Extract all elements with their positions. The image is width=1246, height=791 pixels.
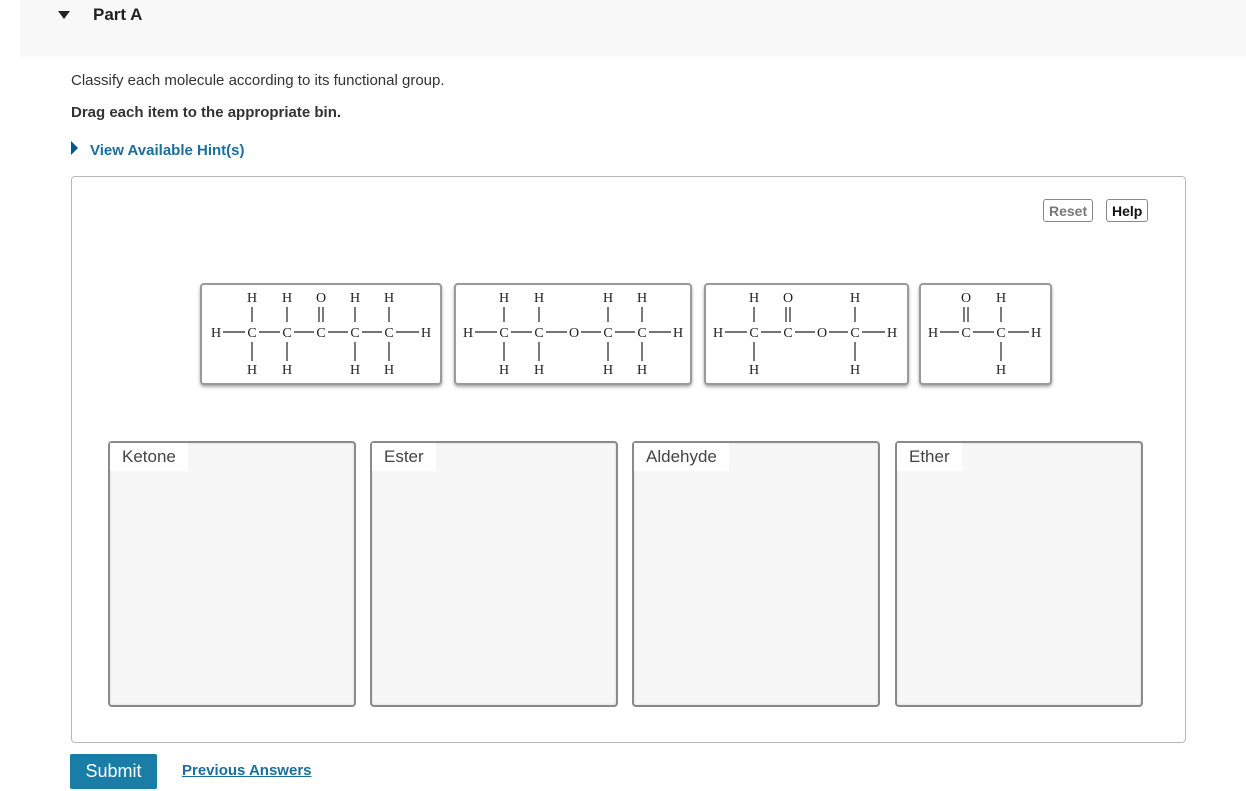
atom-c: C xyxy=(783,326,792,341)
atom-h: H xyxy=(1031,326,1041,341)
atom-h: H xyxy=(247,291,257,306)
atom-c: C xyxy=(749,326,758,341)
previous-answers-link[interactable]: Previous Answers xyxy=(182,762,312,779)
atom-o: O xyxy=(817,326,827,341)
atom-h: H xyxy=(350,363,360,378)
part-title: Part A xyxy=(93,5,143,24)
atom-h: H xyxy=(499,291,509,306)
atom-h: H xyxy=(887,326,897,341)
atom-h: H xyxy=(928,326,938,341)
atom-c: C xyxy=(350,326,359,341)
molecule-card-1[interactable]: H H O H H H C C C C C H H H H H xyxy=(200,283,442,385)
submit-button[interactable]: Submit xyxy=(70,754,157,789)
molecule-card-4[interactable]: O H H C C H H xyxy=(919,283,1052,385)
atom-h: H xyxy=(463,326,473,341)
molecule-structure-1: H H O H H H C C C C C H H H H H xyxy=(211,291,431,378)
atom-h: H xyxy=(384,291,394,306)
bin-ether[interactable]: Ether xyxy=(895,441,1143,707)
atom-c: C xyxy=(637,326,646,341)
atom-h: H xyxy=(384,363,394,378)
bin-ketone[interactable]: Ketone xyxy=(108,441,356,707)
atom-c: C xyxy=(996,326,1005,341)
atom-o: O xyxy=(783,291,793,306)
instruction-text: Classify each molecule according to its … xyxy=(71,72,445,89)
bin-aldehyde[interactable]: Aldehyde xyxy=(632,441,880,707)
atom-c: C xyxy=(282,326,291,341)
atom-h: H xyxy=(637,291,647,306)
collapse-caret-icon[interactable] xyxy=(58,11,70,19)
atom-c: C xyxy=(850,326,859,341)
atom-h: H xyxy=(749,291,759,306)
atom-h: H xyxy=(603,363,613,378)
bin-label-ketone: Ketone xyxy=(110,443,188,471)
atom-h: H xyxy=(282,291,292,306)
part-header[interactable]: Part A xyxy=(20,0,1246,57)
help-button[interactable]: Help xyxy=(1106,199,1149,222)
atom-h: H xyxy=(850,291,860,306)
atom-h: H xyxy=(499,363,509,378)
atom-h: H xyxy=(637,363,647,378)
atom-c: C xyxy=(534,326,543,341)
atom-h: H xyxy=(996,363,1006,378)
atom-h: H xyxy=(534,291,544,306)
molecule-card-2[interactable]: H H H H H C C O C C H H H H H xyxy=(454,283,692,385)
atom-c: C xyxy=(384,326,393,341)
bin-label-ester: Ester xyxy=(372,443,436,471)
atom-h: H xyxy=(421,326,431,341)
atom-h: H xyxy=(850,363,860,378)
atom-h: H xyxy=(534,363,544,378)
atom-c: C xyxy=(247,326,256,341)
atom-h: H xyxy=(713,326,723,341)
atom-h: H xyxy=(673,326,683,341)
bin-ester[interactable]: Ester xyxy=(370,441,618,707)
atom-c: C xyxy=(499,326,508,341)
expand-caret-icon[interactable] xyxy=(71,141,78,155)
atom-h: H xyxy=(749,363,759,378)
atom-h: H xyxy=(603,291,613,306)
atom-c: C xyxy=(316,326,325,341)
view-hints-link[interactable]: View Available Hint(s) xyxy=(90,142,245,159)
atom-h: H xyxy=(350,291,360,306)
bin-label-ether: Ether xyxy=(897,443,962,471)
atom-o: O xyxy=(569,326,579,341)
molecule-structure-4: O H H C C H H xyxy=(928,291,1041,378)
bin-label-aldehyde: Aldehyde xyxy=(634,443,729,471)
drag-instruction: Drag each item to the appropriate bin. xyxy=(71,104,342,121)
molecule-structure-2: H H H H H C C O C C H H H H H xyxy=(463,291,683,378)
atom-c: C xyxy=(603,326,612,341)
atom-h: H xyxy=(211,326,221,341)
atom-o: O xyxy=(316,291,326,306)
atom-h: H xyxy=(282,363,292,378)
atom-h: H xyxy=(247,363,257,378)
molecule-card-3[interactable]: H O H H C C O C H H H xyxy=(704,283,909,385)
reset-button[interactable]: Reset xyxy=(1043,199,1094,222)
atom-c: C xyxy=(961,326,970,341)
molecule-structure-3: H O H H C C O C H H H xyxy=(713,291,897,378)
atom-o: O xyxy=(961,291,971,306)
atom-h: H xyxy=(996,291,1006,306)
